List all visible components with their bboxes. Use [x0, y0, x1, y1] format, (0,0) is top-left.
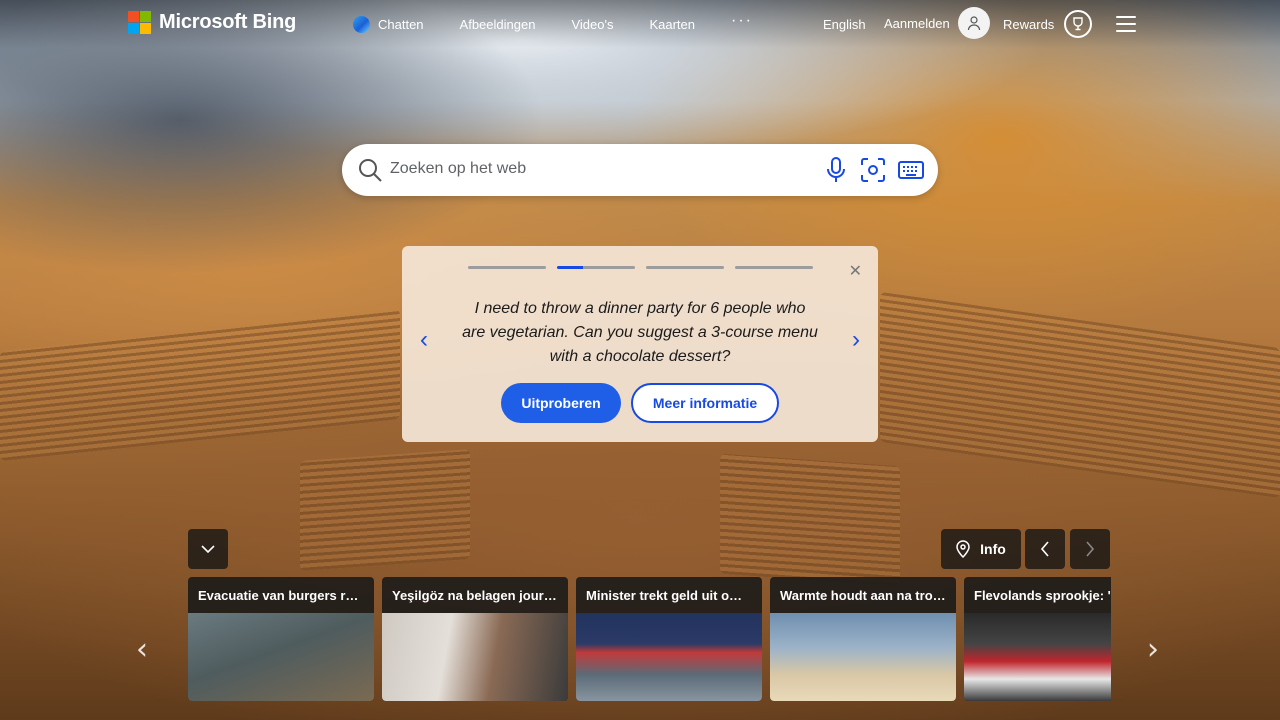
next-image-button[interactable] [1070, 529, 1110, 569]
chevron-left-icon[interactable]: ‹ [420, 326, 428, 354]
more-info-button[interactable]: Meer informatie [631, 383, 779, 423]
nav-more-button[interactable]: ··· [731, 12, 753, 30]
carousel-dot-active[interactable] [557, 266, 635, 269]
close-icon[interactable]: ✕ [849, 261, 862, 281]
visual-search-icon[interactable] [860, 157, 886, 183]
trophy-icon [1064, 10, 1093, 38]
image-info-button[interactable]: Info [941, 529, 1021, 569]
signin-label: Aanmelden [884, 15, 950, 31]
more-icon: ··· [731, 12, 753, 29]
news-thumbnail [576, 613, 762, 701]
nav-chatten[interactable]: Chatten [353, 15, 424, 33]
news-title: Minister trekt geld uit om t... [586, 588, 760, 603]
copilot-icon [353, 15, 370, 33]
nav-label: Afbeeldingen [459, 16, 536, 32]
chevron-right-icon[interactable]: › [852, 326, 860, 354]
news-prev-icon[interactable]: ‹ [136, 632, 148, 667]
nav-videos[interactable]: Video's [571, 17, 613, 32]
search-box[interactable]: Zoeken op het web [342, 144, 938, 196]
rewards-label: Rewards [1003, 16, 1055, 32]
chevron-down-icon [201, 545, 215, 554]
nav-label: Video's [571, 16, 614, 32]
chevron-left-icon [1040, 541, 1049, 557]
background-wall [0, 308, 400, 462]
news-thumbnail [188, 613, 374, 701]
news-thumbnail [382, 613, 568, 701]
news-title: Flevolands sprookje: 'lekk... [974, 588, 1111, 603]
news-card[interactable]: Warmte houdt aan na tropi... [770, 577, 956, 701]
news-next-icon[interactable]: › [1147, 632, 1159, 667]
carousel-indicator [468, 266, 813, 269]
rewards-button[interactable]: Rewards [1003, 10, 1093, 38]
news-thumbnail [964, 613, 1111, 701]
top-bar: Microsoft Bing Chatten Afbeeldingen Vide… [0, 0, 1280, 48]
logo-text: Microsoft Bing [159, 11, 297, 33]
search-tools [824, 156, 924, 184]
avatar-icon [957, 7, 990, 39]
language-link[interactable]: English [823, 17, 866, 32]
carousel-dot[interactable] [646, 266, 724, 269]
signin-button[interactable]: Aanmelden [884, 7, 990, 39]
news-title: Evacuatie van burgers ron... [198, 588, 373, 603]
keyboard-icon[interactable] [898, 160, 924, 180]
menu-icon[interactable] [1116, 16, 1136, 32]
nav-label: Kaarten [649, 16, 695, 32]
try-button[interactable]: Uitproberen [501, 383, 621, 423]
location-pin-icon [956, 540, 970, 558]
collapse-button[interactable] [188, 529, 228, 569]
nav-kaarten[interactable]: Kaarten [649, 17, 695, 32]
news-strip: Evacuatie van burgers ron... Yeşilgöz na… [188, 577, 1111, 702]
news-title: Yeşilgöz na belagen journa... [392, 588, 568, 603]
news-card[interactable]: Evacuatie van burgers ron... [188, 577, 374, 701]
search-input[interactable]: Zoeken op het web [390, 160, 526, 178]
info-label: Info [980, 541, 1006, 557]
trophy-glyph [1073, 17, 1083, 31]
news-card[interactable]: Minister trekt geld uit om t... [576, 577, 762, 701]
search-icon [359, 159, 382, 182]
carousel-dot[interactable] [735, 266, 813, 269]
news-thumbnail [770, 613, 956, 701]
nav-afbeeldingen[interactable]: Afbeeldingen [460, 17, 536, 32]
top-nav: Chatten Afbeeldingen Video's Kaarten ··· [353, 0, 789, 48]
background-wall [880, 291, 1280, 499]
news-title: Warmte houdt aan na tropi... [780, 588, 956, 603]
person-icon [967, 16, 980, 31]
carousel-dot[interactable] [468, 266, 546, 269]
news-card[interactable]: Yeşilgöz na belagen journa... [382, 577, 568, 701]
microsoft-logo-icon [128, 11, 151, 34]
chevron-right-icon [1086, 541, 1095, 557]
suggestion-text: I need to throw a dinner party for 6 peo… [462, 300, 818, 365]
background-wall [300, 449, 470, 571]
news-card[interactable]: Flevolands sprookje: 'lekk... [964, 577, 1111, 701]
background-wall [720, 453, 900, 587]
bing-logo[interactable]: Microsoft Bing [128, 11, 296, 34]
microphone-icon[interactable] [824, 156, 848, 184]
previous-image-button[interactable] [1025, 529, 1065, 569]
suggestion-card: ✕ ‹ › I need to throw a dinner party for… [402, 246, 878, 442]
nav-label: Chatten [378, 16, 424, 32]
